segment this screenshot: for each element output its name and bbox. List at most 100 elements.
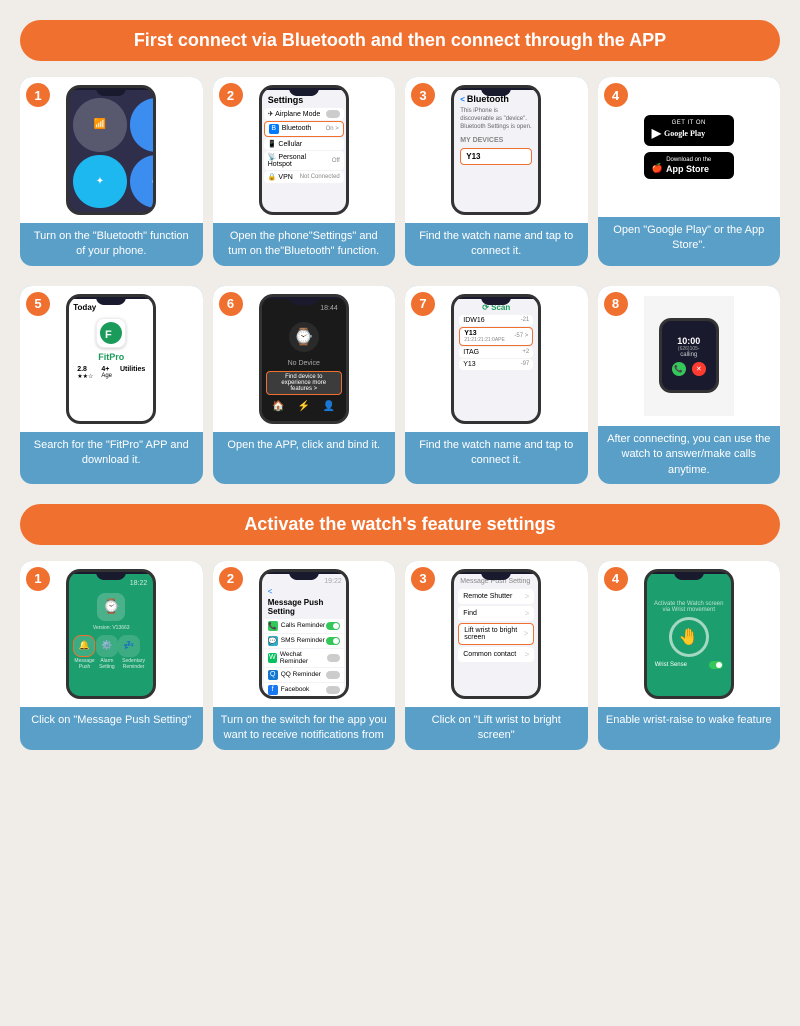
phone-notch-5: [96, 297, 126, 305]
phone-notch-2: [289, 88, 319, 96]
phone-notch-s2-4: [674, 572, 704, 580]
alarm-menu-icon[interactable]: ⚙️: [96, 635, 118, 657]
section1-container: First connect via Bluetooth and then con…: [20, 20, 780, 484]
step-5-number: 5: [26, 292, 50, 316]
app-bind-screen: 18:44 ⌚ No Device Find device to experie…: [262, 299, 346, 421]
watch-time: 10:00: [677, 336, 700, 346]
scan-device-y13: Y13 21:21:21:21:0APE -57 >: [459, 327, 533, 346]
wifi-icon: 📶: [73, 98, 127, 152]
airplane-toggle: [326, 110, 340, 118]
call-number: (626)105-: [677, 346, 700, 352]
msg-push-menu-icon[interactable]: 🔔: [73, 635, 95, 657]
google-play-button[interactable]: GET IT ON ▶ Google Play: [644, 115, 734, 146]
s2-step-3-desc: Click on "Lift wrist to bright screen": [405, 707, 588, 750]
apple-icon: 🍎: [652, 163, 663, 174]
wechat-icon: W: [268, 653, 277, 663]
step-5-desc: Search for the "FitPro" APP and download…: [20, 432, 203, 484]
reminder-menu-icon[interactable]: 💤: [118, 635, 140, 657]
bt-description: This iPhone is discoverable as "device".…: [456, 106, 536, 133]
phone-mock-s2-1: 18:22 ⌚ Version: V13663 🔔 Message Push ⚙…: [66, 569, 156, 699]
fitpro-version: 4+: [101, 366, 112, 373]
phone-notch-s2-1: [96, 572, 126, 580]
step-7-desc: Find the watch name and tap to connect i…: [405, 432, 588, 484]
reminder-menu-label: Sedentary Reminder: [118, 658, 149, 670]
watch-face: 10:00 (626)105- calling: [677, 336, 700, 358]
phone-notch-1: [96, 88, 126, 96]
fitpro-name-label: FitPro: [73, 352, 149, 362]
phone-mock-6: 18:44 ⌚ No Device Find device to experie…: [259, 294, 349, 424]
wifi2-icon: ◎: [130, 155, 154, 209]
phone-notch-s2-2: [289, 572, 319, 580]
msg-push-settings-screen: 19:22 < Message Push Setting 📞 Calls Rem…: [262, 574, 346, 696]
bind-device-btn[interactable]: Find device to experience more features …: [266, 371, 342, 395]
airplane-mode-item: ✈ Airplane Mode: [264, 108, 344, 120]
calls-toggle[interactable]: [326, 622, 340, 630]
accept-call-button[interactable]: 📞: [672, 362, 686, 376]
s2-step-2-desc: Turn on the switch for the app you want …: [213, 707, 396, 750]
wrist-hand-icon: 🤚: [679, 627, 699, 647]
facebook-toggle[interactable]: [326, 686, 340, 694]
facebook-icon: f: [268, 685, 278, 695]
section2-steps-grid: 1 18:22 ⌚ Version: V13663 🔔 Message Push: [20, 561, 780, 750]
decline-call-button[interactable]: ✕: [692, 362, 706, 376]
sms-reminder-item: 💬 SMS Reminder: [264, 634, 344, 648]
play-icon: ▶: [652, 126, 661, 141]
section1-title: First connect via Bluetooth and then con…: [134, 30, 666, 50]
s2-step-3-card: 3 Message Push Setting Remote Shutter > …: [405, 561, 588, 750]
s2-step-4-image: 4 Activate the Watch screen via Wrist mo…: [598, 561, 781, 707]
bt-screen: < Bluetooth This iPhone is discoverable …: [454, 90, 538, 212]
phone-screen-6: 18:44 ⌚ No Device Find device to experie…: [262, 299, 346, 421]
section2-header: Activate the watch's feature settings: [20, 504, 780, 545]
app-stores-container: GET IT ON ▶ Google Play Download on the …: [606, 85, 773, 209]
wrist-activate-label: Activate the Watch screen via Wrist move…: [651, 601, 727, 613]
fitpro-rating: 2.8: [77, 366, 93, 373]
step-2-image: 2 Settings ✈ Airplane Mode BBluetooth: [213, 77, 396, 223]
nav-home-icon: 🏠: [272, 401, 284, 412]
wrist-sense-label: Wrist Sense: [655, 662, 687, 668]
msg-push-title: Message Push Setting: [264, 596, 344, 618]
s2-step-4-number: 4: [604, 567, 628, 591]
s2-step-1-card: 1 18:22 ⌚ Version: V13663 🔔 Message Push: [20, 561, 203, 750]
step-4-card: 4 GET IT ON ▶ Google Play Download on th…: [598, 77, 781, 266]
wrist-toggle-row: Wrist Sense: [651, 661, 727, 669]
fitpro-stats: 2.8★★☆ 4+Age Utilities: [73, 366, 149, 380]
ctrl-center: 📶 ✈ 🔔 ⟳ ✦ ◎ ⚡ 🌙: [69, 90, 153, 212]
bluetooth-active-icon: ✦: [73, 155, 127, 209]
wechat-reminder-item: W Wechat Reminder: [264, 649, 344, 667]
wrist-sense-toggle[interactable]: [709, 661, 723, 669]
bt-icon: B: [269, 124, 279, 134]
lift-wrist-item[interactable]: Lift wrist to bright screen >: [458, 623, 534, 645]
sms-toggle[interactable]: [326, 637, 340, 645]
step-7-card: 7 ⟳ Scan IDW16 -21 Y13: [405, 286, 588, 484]
cellular-item: 📱 Cellular: [264, 138, 344, 150]
wechat-toggle[interactable]: [327, 654, 340, 662]
phone-screen-5: Today F FitPro 2.8★★☆ 4+Age: [69, 299, 153, 421]
phone-notch-7: [481, 297, 511, 305]
step-3-number: 3: [411, 83, 435, 107]
msg-push-menu-label: Message Push: [73, 658, 96, 670]
step-4-number: 4: [604, 83, 628, 107]
section1-header: First connect via Bluetooth and then con…: [20, 20, 780, 61]
s2-step-1-image: 1 18:22 ⌚ Version: V13663 🔔 Message Push: [20, 561, 203, 707]
lift-wrist-screen: Message Push Setting Remote Shutter > Fi…: [454, 574, 538, 696]
s2-step-1-desc: Click on "Message Push Setting": [20, 707, 203, 750]
step-1-card: 1 📶 ✈ 🔔 ⟳ ✦ ◎ ⚡ 🌙: [20, 77, 203, 266]
wrist-sense-screen: Activate the Watch screen via Wrist move…: [647, 574, 731, 696]
qq-toggle[interactable]: [326, 671, 340, 679]
scan-screen: ⟳ Scan IDW16 -21 Y13 21:21:21:21:0APE: [454, 299, 538, 421]
vpn-item: 🔒 VPN Not Connected: [264, 171, 344, 183]
find-item: Find >: [458, 606, 534, 621]
calls-reminder-item: 📞 Calls Reminder: [264, 619, 344, 633]
calls-icon: 📞: [268, 621, 278, 631]
step-1-number: 1: [26, 83, 50, 107]
step-8-number: 8: [604, 292, 628, 316]
phone-screen-1: 📶 ✈ 🔔 ⟳ ✦ ◎ ⚡ 🌙: [69, 90, 153, 212]
step-4-image: 4 GET IT ON ▶ Google Play Download on th…: [598, 77, 781, 217]
step-2-card: 2 Settings ✈ Airplane Mode BBluetooth: [213, 77, 396, 266]
phone-screen-3: < Bluetooth This iPhone is discoverable …: [454, 90, 538, 212]
google-play-label: ▶ Google Play: [652, 126, 726, 141]
phone-screen-s2-3: Message Push Setting Remote Shutter > Fi…: [454, 574, 538, 696]
step-8-image: 8 10:00 (626)105- calling 📞 ✕: [598, 286, 781, 426]
app-store-button[interactable]: Download on the 🍎 App Store: [644, 152, 734, 179]
section2-container: Activate the watch's feature settings 1 …: [20, 504, 780, 750]
